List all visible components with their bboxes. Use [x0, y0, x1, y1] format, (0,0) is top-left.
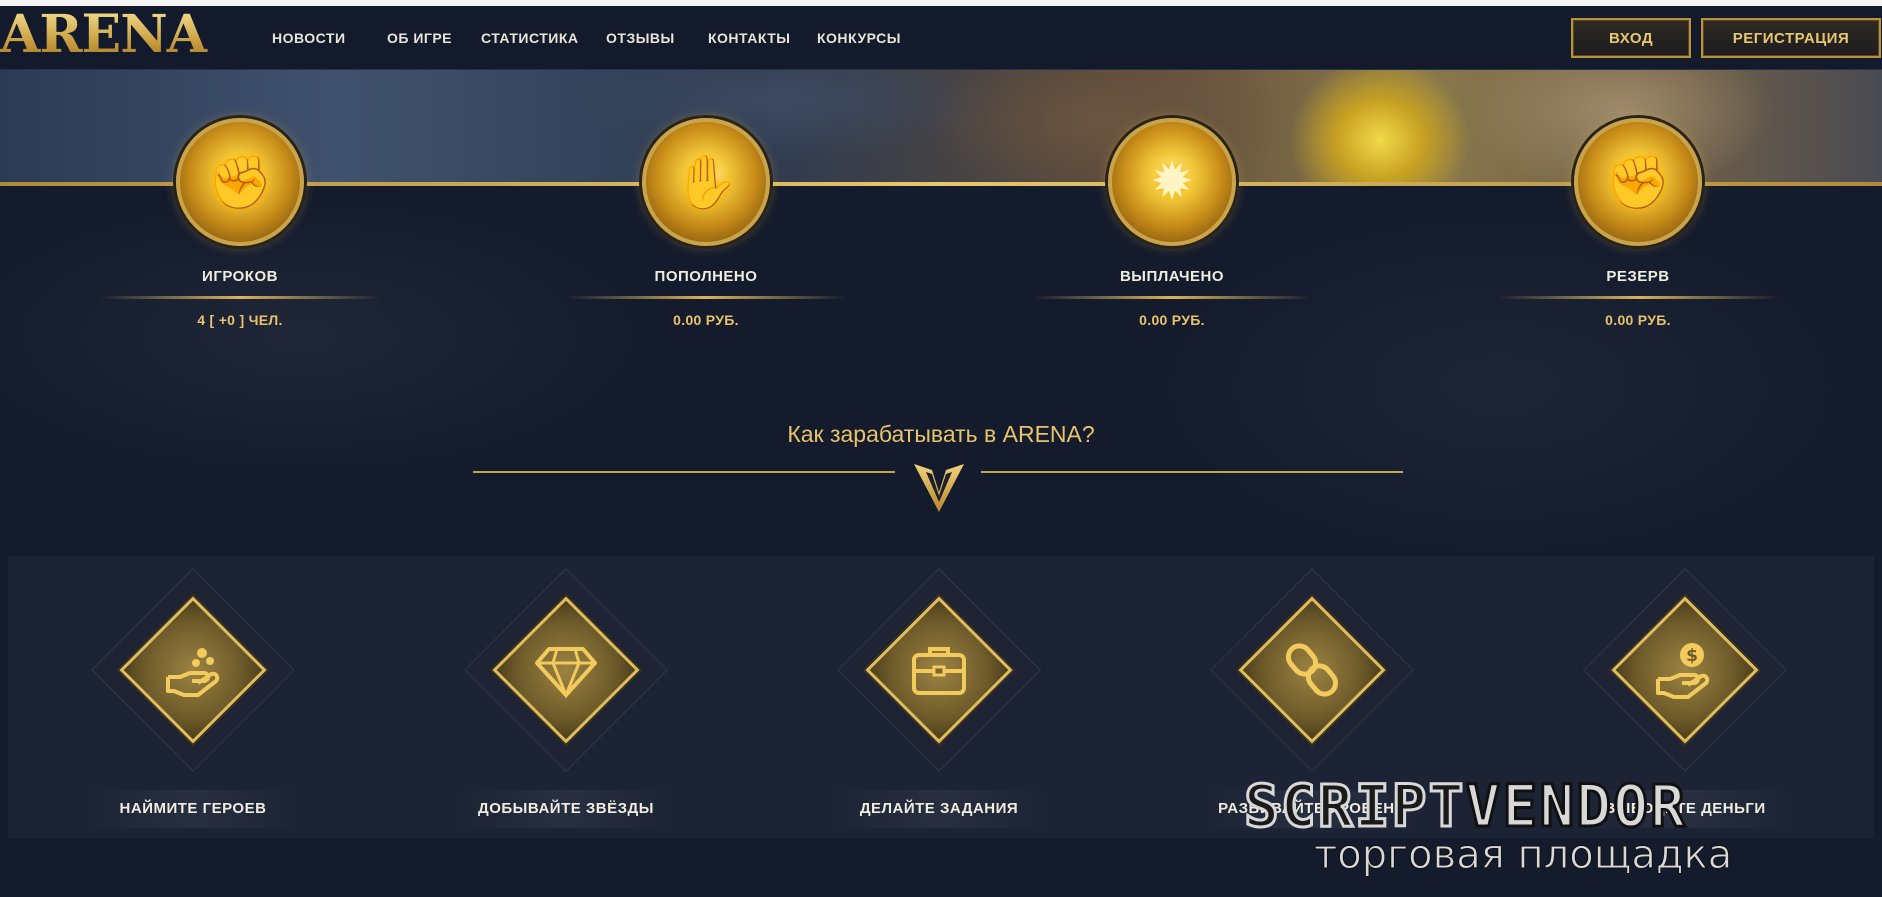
arena-logo[interactable]: ARENA: [0, 9, 228, 70]
site-header: ARENA НОВОСТИ ОБ ИГРЕ СТАТИСТИКА ОТЗЫВЫ …: [0, 6, 1882, 73]
stat-reserve: ✊ РЕЗЕРВ 0.00 РУБ.: [1498, 118, 1778, 328]
hand-coins-icon: [158, 635, 228, 705]
nav-item-reviews[interactable]: ОТЗЫВЫ: [606, 30, 675, 46]
watermark-brand: SCRIPTVENDOR: [1243, 771, 1688, 842]
shield-burst-icon: ✹: [1108, 118, 1236, 246]
step-label: ДЕЛАЙТЕ ЗАДАНИЯ: [859, 800, 1019, 817]
link-icon: [1277, 635, 1347, 705]
svg-text:$: $: [1686, 646, 1698, 666]
step-label: НАЙМИТЕ ГЕРОЕВ: [119, 800, 267, 817]
stat-value: 0.00 РУБ.: [1605, 312, 1671, 328]
watermark-brand-part1: SCRIPT: [1243, 771, 1466, 842]
fist-punch-icon: ✊: [176, 118, 304, 246]
stat-separator: [100, 296, 380, 299]
chevron-down-icon: [914, 464, 964, 512]
stat-deposited: ✋ ПОПОЛНЕНО 0.00 РУБ.: [566, 118, 846, 328]
stat-paid: ✹ ВЫПЛАЧЕНО 0.00 РУБ.: [1032, 118, 1312, 328]
armored-fist-icon: ✊: [1574, 118, 1702, 246]
diamond-icon: [531, 635, 601, 705]
login-button[interactable]: ВХОД: [1571, 18, 1691, 58]
register-button[interactable]: РЕГИСТРАЦИЯ: [1701, 18, 1881, 58]
title-line-right: [981, 471, 1403, 473]
nav-item-stats[interactable]: СТАТИСТИКА: [481, 30, 579, 46]
stat-separator: [1498, 296, 1778, 299]
stat-label: ПОПОЛНЕНО: [654, 268, 758, 285]
nav-item-contacts[interactable]: КОНТАКТЫ: [708, 30, 790, 46]
title-line-left: [473, 471, 895, 473]
how-to-earn-title: Как зарабатывать в ARENA?: [787, 421, 1095, 447]
stat-label: РЕЗЕРВ: [1606, 268, 1670, 285]
gauntlet-icon: ✋: [642, 118, 770, 246]
stat-label: ВЫПЛАЧЕНО: [1119, 268, 1225, 285]
watermark-brand-part2: VENDOR: [1464, 771, 1688, 842]
stat-players: ✊ ИГРОКОВ 4 [ +0 ] ЧЕЛ.: [100, 118, 380, 328]
hand-dollar-icon: $: [1650, 635, 1720, 705]
nav-item-about[interactable]: ОБ ИГРЕ: [387, 30, 452, 46]
stat-value: 4 [ +0 ] ЧЕЛ.: [197, 312, 283, 328]
watermark-tagline: торговая площадка: [1313, 832, 1733, 879]
nav-item-news[interactable]: НОВОСТИ: [272, 30, 346, 46]
stat-value: 0.00 РУБ.: [1139, 312, 1205, 328]
stat-separator: [566, 296, 846, 299]
scriptvendor-watermark: SCRIPTVENDOR торговая площадка: [1243, 771, 1864, 884]
stat-value: 0.00 РУБ.: [673, 312, 739, 328]
step-label: ДОБЫВАЙТЕ ЗВЁЗДЫ: [478, 800, 654, 817]
nav-item-contests[interactable]: КОНКУРСЫ: [817, 30, 901, 46]
briefcase-icon: [904, 635, 974, 705]
stat-separator: [1032, 296, 1312, 299]
stat-label: ИГРОКОВ: [202, 268, 278, 285]
